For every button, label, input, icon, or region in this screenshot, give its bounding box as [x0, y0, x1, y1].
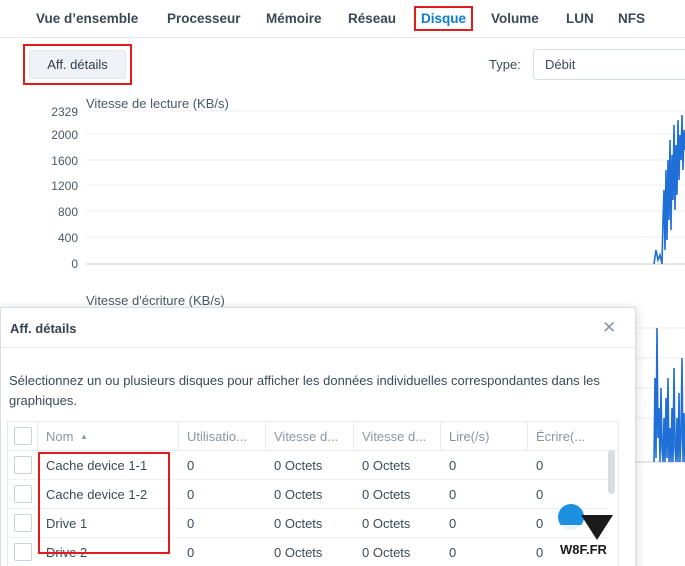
row-checkbox[interactable] — [14, 514, 32, 532]
column-header-name[interactable]: Nom ▲ — [38, 422, 179, 451]
cell-speed-a: 0 Octets — [274, 516, 323, 531]
table-scrollbar[interactable] — [608, 450, 615, 494]
cell-speed-a: 0 Octets — [274, 487, 323, 502]
highlight-box-disk-tab — [414, 6, 473, 31]
cell-read: 0 — [449, 458, 457, 473]
tab-bar: Vue d’ensemble Processeur Mémoire Réseau… — [0, 0, 685, 38]
read-series-line — [653, 114, 685, 265]
tab-processor[interactable]: Processeur — [167, 11, 241, 26]
type-select-value: Débit — [545, 57, 576, 72]
y-tick: 400 — [58, 231, 78, 245]
dialog-title: Aff. détails — [10, 321, 77, 336]
y-tick: 800 — [58, 205, 78, 219]
cell-speed-b: 0 Octets — [362, 487, 411, 502]
cell-utilization: 0 — [187, 458, 195, 473]
cell-utilization: 0 — [187, 545, 195, 560]
read-speed-chart: 2329 2000 1600 1200 800 400 0 — [51, 105, 685, 271]
tab-overview[interactable]: Vue d’ensemble — [36, 11, 138, 26]
sort-ascending-icon: ▲ — [80, 432, 88, 441]
type-select[interactable]: Débit — [533, 49, 685, 80]
y-tick: 2329 — [51, 105, 78, 119]
logo-text: W8F.FR — [560, 542, 607, 557]
highlight-box-disk-names — [38, 452, 170, 554]
cell-speed-a: 0 Octets — [274, 458, 323, 473]
tab-lun[interactable]: LUN — [566, 11, 594, 26]
write-chart-title: Vitesse d'écriture (KB/s) — [86, 293, 225, 308]
select-all-checkbox[interactable] — [14, 427, 32, 445]
y-tick: 2000 — [51, 128, 78, 142]
cell-read: 0 — [449, 545, 457, 560]
cell-utilization: 0 — [187, 487, 195, 502]
write-series-line — [653, 327, 685, 463]
column-header-read[interactable]: Lire(/s) — [441, 422, 528, 451]
row-checkbox[interactable] — [14, 456, 32, 474]
tab-network[interactable]: Réseau — [348, 11, 396, 26]
type-label: Type: — [489, 57, 521, 72]
dialog-header: Aff. détails ✕ — [1, 308, 635, 348]
resource-monitor: Vue d’ensemble Processeur Mémoire Réseau… — [0, 0, 685, 566]
row-checkbox[interactable] — [14, 543, 32, 561]
tab-volume[interactable]: Volume — [491, 11, 539, 26]
cell-read: 0 — [449, 516, 457, 531]
y-tick: 1200 — [51, 179, 78, 193]
table-header: Nom ▲ Utilisatio... Vitesse d... Vitesse… — [8, 422, 618, 451]
column-header-write[interactable]: Écrire(... — [528, 422, 618, 451]
close-icon[interactable]: ✕ — [602, 318, 616, 338]
dialog-description: Sélectionnez un ou plusieurs disques pou… — [9, 373, 600, 408]
cell-speed-b: 0 Octets — [362, 516, 411, 531]
column-header-utilization[interactable]: Utilisatio... — [179, 422, 266, 451]
highlight-box-details-button — [23, 44, 132, 85]
column-header-name-label: Nom — [46, 429, 74, 444]
y-tick: 1600 — [51, 154, 78, 168]
y-tick: 0 — [71, 257, 78, 271]
column-header-speed-a[interactable]: Vitesse d... — [266, 422, 354, 451]
header-checkbox-cell — [8, 422, 38, 451]
write-speed-chart — [636, 327, 685, 463]
cell-speed-a: 0 Octets — [274, 545, 323, 560]
cell-utilization: 0 — [187, 516, 195, 531]
column-header-speed-b[interactable]: Vitesse d... — [354, 422, 441, 451]
cell-read: 0 — [449, 487, 457, 502]
cell-write: 0 — [536, 458, 544, 473]
cell-speed-b: 0 Octets — [362, 545, 411, 560]
row-checkbox[interactable] — [14, 485, 32, 503]
cell-speed-b: 0 Octets — [362, 458, 411, 473]
tab-memory[interactable]: Mémoire — [266, 11, 322, 26]
tab-nfs[interactable]: NFS — [618, 11, 645, 26]
